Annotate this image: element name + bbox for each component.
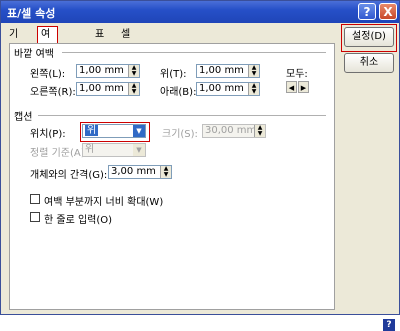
caption-size-spinner[interactable]: 30,00 mm ▲ ▼ <box>202 124 266 138</box>
cancel-button[interactable]: 취소 <box>344 53 394 73</box>
bottom-margin-value: 1,00 mm <box>199 83 244 94</box>
caption-align-label: 정렬 기준(A): <box>30 148 88 159</box>
table-cell-properties-dialog: 표/셀 속성 ? X 기본 여백/캡션 표 셀 바깥 여백 왼쪽(L): 1,0… <box>0 0 400 331</box>
extend-width-checkbox[interactable] <box>30 194 40 204</box>
left-margin-label: 왼쪽(L): <box>30 69 66 80</box>
spin-arrows[interactable]: ▲ ▼ <box>160 166 171 178</box>
spin-arrows[interactable]: ▲ ▼ <box>128 65 139 77</box>
single-line-checkbox[interactable] <box>30 212 40 222</box>
bottom-margin-spinner[interactable]: 1,00 mm ▲ ▼ <box>196 82 260 96</box>
caption-size-value: 30,00 mm <box>205 125 257 136</box>
tab-table[interactable]: 표 <box>95 27 104 42</box>
margin-caption-panel: 바깥 여백 왼쪽(L): 1,00 mm ▲ ▼ 위(T): 1,00 mm ▲ ▼… <box>9 43 335 310</box>
increase-all-button[interactable]: ▶ <box>298 81 309 93</box>
caption-position-label: 위치(P): <box>30 129 66 140</box>
spin-arrows[interactable]: ▲ ▼ <box>128 83 139 95</box>
right-margin-spinner[interactable]: 1,00 mm ▲ ▼ <box>76 82 140 96</box>
left-margin-value: 1,00 mm <box>79 65 124 76</box>
chevron-down-icon[interactable]: ▼ <box>133 144 145 156</box>
dialog-body: 기본 여백/캡션 표 셀 바깥 여백 왼쪽(L): 1,00 mm ▲▼ 위(T… <box>3 23 397 331</box>
ok-button[interactable]: 설정(D) <box>344 27 394 47</box>
dialog-title: 표/셀 속성 <box>7 7 56 20</box>
tab-basic[interactable]: 기본 <box>9 27 18 55</box>
right-margin-label: 오른쪽(R): <box>30 87 76 98</box>
group-divider <box>38 115 326 116</box>
titlebar: 표/셀 속성 ? X <box>1 1 399 23</box>
chevron-down-icon[interactable]: ▼ <box>133 125 145 137</box>
caption-size-label: 크기(S): <box>162 129 198 140</box>
right-margin-value: 1,00 mm <box>79 83 124 94</box>
extend-width-label: 여백 부분까지 너비 확대(W) <box>44 197 164 208</box>
question-icon[interactable]: ? <box>358 3 376 20</box>
close-icon[interactable]: X <box>379 3 397 20</box>
help-icon[interactable]: ? <box>383 319 395 331</box>
all-margins-label: 모두: <box>286 69 308 80</box>
caption-position-select[interactable]: 위 ▼ <box>82 124 146 138</box>
caption-align-select[interactable]: 위 ▼ <box>82 143 146 157</box>
outer-margin-group-label: 바깥 여백 <box>14 49 54 60</box>
top-margin-value: 1,00 mm <box>199 65 244 76</box>
caption-gap-spinner[interactable]: 3,00 mm ▲ ▼ <box>108 165 172 179</box>
tab-cell[interactable]: 셀 <box>121 27 130 42</box>
bottom-margin-label: 아래(B): <box>160 87 197 98</box>
tab-margin-caption[interactable]: 여백/캡션 <box>37 26 58 85</box>
caption-position-value: 위 <box>85 125 99 136</box>
caption-gap-value: 3,00 mm <box>111 166 156 177</box>
top-margin-spinner[interactable]: 1,00 mm ▲ ▼ <box>196 64 260 78</box>
top-margin-label: 위(T): <box>160 69 187 80</box>
spin-arrows[interactable]: ▲ ▼ <box>248 83 259 95</box>
left-margin-spinner[interactable]: 1,00 mm ▲ ▼ <box>76 64 140 78</box>
spin-arrows[interactable]: ▲ ▼ <box>254 125 265 137</box>
decrease-all-button[interactable]: ◀ <box>286 81 297 93</box>
caption-group-label: 캡션 <box>14 112 33 123</box>
single-line-label: 한 줄로 입력(O) <box>44 215 113 226</box>
caption-gap-label: 개체와의 간격(G): <box>30 170 108 181</box>
caption-align-value: 위 <box>85 144 95 155</box>
spin-arrows[interactable]: ▲ ▼ <box>248 65 259 77</box>
group-divider <box>62 52 326 53</box>
